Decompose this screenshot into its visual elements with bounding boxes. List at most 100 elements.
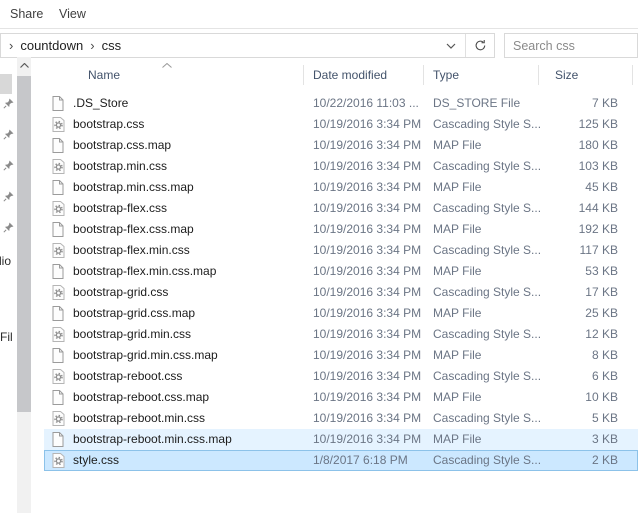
pin-icon[interactable] xyxy=(3,98,14,109)
table-row[interactable]: bootstrap.css 10/19/2016 3:34 PM Cascadi… xyxy=(44,114,638,135)
gear-icon xyxy=(52,159,66,174)
file-date-modified: 10/19/2016 3:34 PM xyxy=(313,222,422,236)
file-type: Cascading Style S... xyxy=(433,117,542,131)
breadcrumb-item-css[interactable]: css xyxy=(102,38,122,53)
file-date-modified: 10/19/2016 3:34 PM xyxy=(313,138,422,152)
file-type: MAP File xyxy=(433,306,482,320)
table-row[interactable]: bootstrap.min.css 10/19/2016 3:34 PM Cas… xyxy=(44,156,638,177)
scrollbar-up-button[interactable] xyxy=(17,57,31,74)
file-size: 125 KB xyxy=(578,117,618,131)
column-header-size[interactable]: Size xyxy=(555,62,578,88)
table-row[interactable]: bootstrap.min.css.map 10/19/2016 3:34 PM… xyxy=(44,177,638,198)
table-row[interactable]: bootstrap-reboot.css.map 10/19/2016 3:34… xyxy=(44,387,638,408)
file-icon xyxy=(52,222,66,237)
file-date-modified: 10/19/2016 3:34 PM xyxy=(313,327,422,341)
file-size: 10 KB xyxy=(585,390,618,404)
ribbon: Share View xyxy=(0,0,638,29)
table-row[interactable]: bootstrap-flex.min.css.map 10/19/2016 3:… xyxy=(44,261,638,282)
list-header: Name Date modified Type Size xyxy=(44,62,638,88)
column-separator[interactable] xyxy=(303,65,304,85)
column-separator[interactable] xyxy=(632,65,633,85)
column-separator[interactable] xyxy=(538,65,539,85)
file-icon xyxy=(52,138,66,153)
table-row[interactable]: bootstrap.css.map 10/19/2016 3:34 PM MAP… xyxy=(44,135,638,156)
sort-asc-icon xyxy=(162,63,172,68)
search-box xyxy=(504,33,638,58)
table-row[interactable]: bootstrap-reboot.css 10/19/2016 3:34 PM … xyxy=(44,366,638,387)
address-dropdown-button[interactable] xyxy=(437,34,465,57)
file-type: Cascading Style S... xyxy=(433,369,542,383)
table-row[interactable]: bootstrap-flex.css 10/19/2016 3:34 PM Ca… xyxy=(44,198,638,219)
file-name: bootstrap-grid.min.css.map xyxy=(73,348,218,362)
pin-icon[interactable] xyxy=(3,160,14,171)
scrollbar-thumb[interactable] xyxy=(17,76,31,412)
column-header-date-modified[interactable]: Date modified xyxy=(313,62,387,88)
file-name: bootstrap-grid.css.map xyxy=(73,306,196,320)
nav-item-label-clipped[interactable]: Fil xyxy=(0,330,13,344)
breadcrumb: › countdown › css xyxy=(1,38,121,53)
gear-icon xyxy=(52,369,66,384)
file-type: MAP File xyxy=(433,390,482,404)
file-icon xyxy=(52,306,66,321)
table-row[interactable]: style.css 1/8/2017 6:18 PM Cascading Sty… xyxy=(44,450,638,471)
gear-icon xyxy=(52,285,66,300)
table-row[interactable]: bootstrap-reboot.min.css 10/19/2016 3:34… xyxy=(44,408,638,429)
file-size: 7 KB xyxy=(591,96,618,110)
file-date-modified: 10/19/2016 3:34 PM xyxy=(313,117,422,131)
breadcrumb-item-countdown[interactable]: countdown xyxy=(20,38,83,53)
table-row[interactable]: bootstrap-flex.min.css 10/19/2016 3:34 P… xyxy=(44,240,638,261)
table-row[interactable]: bootstrap-reboot.min.css.map 10/19/2016 … xyxy=(44,429,638,450)
table-row[interactable]: bootstrap-grid.min.css.map 10/19/2016 3:… xyxy=(44,345,638,366)
file-name: bootstrap.css.map xyxy=(73,138,172,152)
file-name: bootstrap-reboot.min.css xyxy=(73,411,206,425)
file-type: MAP File xyxy=(433,348,482,362)
column-header-name[interactable]: Name xyxy=(88,62,120,88)
table-row[interactable]: bootstrap-grid.css 10/19/2016 3:34 PM Ca… xyxy=(44,282,638,303)
file-name: bootstrap-reboot.css.map xyxy=(73,390,210,404)
file-size: 3 KB xyxy=(591,432,618,446)
pin-icon[interactable] xyxy=(3,191,14,202)
table-row[interactable]: bootstrap-grid.css.map 10/19/2016 3:34 P… xyxy=(44,303,638,324)
gear-icon xyxy=(52,117,66,132)
file-date-modified: 10/19/2016 3:34 PM xyxy=(313,369,422,383)
gear-icon xyxy=(52,327,66,342)
vertical-scrollbar[interactable] xyxy=(17,57,31,513)
file-size: 103 KB xyxy=(578,159,618,173)
file-name: style.css xyxy=(73,453,120,467)
breadcrumb-separator-icon: › xyxy=(9,38,14,53)
file-name: bootstrap.css xyxy=(73,117,145,131)
file-name: bootstrap-grid.css xyxy=(73,285,169,299)
file-rows: .DS_Store 10/22/2016 11:03 ... DS_STORE … xyxy=(44,93,638,471)
column-separator[interactable] xyxy=(423,65,424,85)
file-date-modified: 10/19/2016 3:34 PM xyxy=(313,306,422,320)
pin-icon[interactable] xyxy=(3,222,14,233)
file-size: 2 KB xyxy=(591,453,618,467)
ribbon-tab-view[interactable]: View xyxy=(59,7,86,21)
address-bar[interactable]: › countdown › css xyxy=(0,33,495,58)
file-date-modified: 1/8/2017 6:18 PM xyxy=(313,453,408,467)
chevron-up-icon xyxy=(19,63,29,68)
chevron-down-icon xyxy=(446,43,456,49)
nav-item-label-clipped[interactable]: dio xyxy=(0,254,11,268)
file-icon xyxy=(52,432,66,447)
file-date-modified: 10/19/2016 3:34 PM xyxy=(313,264,422,278)
file-size: 6 KB xyxy=(591,369,618,383)
search-input[interactable] xyxy=(504,33,638,58)
file-type: MAP File xyxy=(433,432,482,446)
table-row[interactable]: bootstrap-flex.css.map 10/19/2016 3:34 P… xyxy=(44,219,638,240)
file-size: 8 KB xyxy=(591,348,618,362)
file-icon xyxy=(52,180,66,195)
column-header-type[interactable]: Type xyxy=(433,62,459,88)
file-type: MAP File xyxy=(433,138,482,152)
file-name: bootstrap.min.css.map xyxy=(73,180,194,194)
pin-icon[interactable] xyxy=(3,129,14,140)
table-row[interactable]: bootstrap-grid.min.css 10/19/2016 3:34 P… xyxy=(44,324,638,345)
breadcrumb-separator-icon: › xyxy=(90,38,95,53)
file-size: 192 KB xyxy=(578,222,618,236)
refresh-button[interactable] xyxy=(466,34,494,57)
file-type: DS_STORE File xyxy=(433,96,521,110)
file-type: MAP File xyxy=(433,222,482,236)
ribbon-tab-share[interactable]: Share xyxy=(10,7,43,21)
file-name: .DS_Store xyxy=(73,96,129,110)
table-row[interactable]: .DS_Store 10/22/2016 11:03 ... DS_STORE … xyxy=(44,93,638,114)
